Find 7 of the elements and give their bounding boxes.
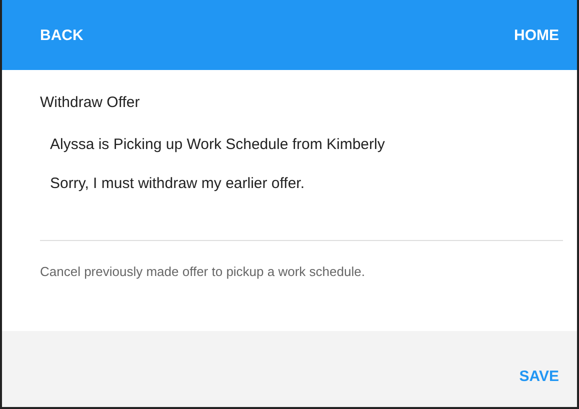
home-button[interactable]: HOME — [514, 22, 559, 48]
back-button[interactable]: BACK — [40, 22, 84, 48]
page-title: Withdraw Offer — [40, 94, 141, 111]
offer-summary: Alyssa is Picking up Work Schedule from Kimberly — [50, 136, 386, 153]
message-field[interactable]: Sorry, I must withdraw my earlier offer. — [40, 171, 563, 241]
save-button[interactable]: SAVE — [519, 364, 559, 388]
helper-text: Cancel previously made offer to pickup a work schedule. — [40, 264, 366, 279]
